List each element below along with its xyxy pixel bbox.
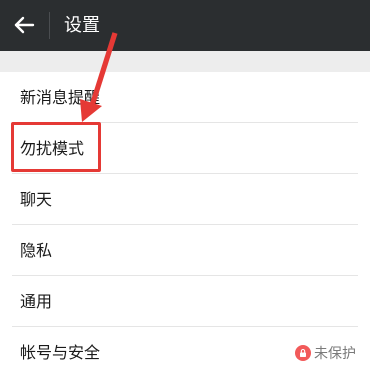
settings-item-label: 隐私 <box>20 241 53 260</box>
settings-item-account-security[interactable]: 帐号与安全 未保护 <box>0 327 370 378</box>
lock-icon <box>295 344 311 361</box>
settings-item-chat[interactable]: 聊天 <box>0 174 370 225</box>
settings-item-privacy[interactable]: 隐私 <box>0 225 370 276</box>
settings-item-general[interactable]: 通用 <box>0 276 370 327</box>
settings-item-label: 新消息提醒 <box>20 88 101 107</box>
highlight-box <box>11 122 101 172</box>
back-button[interactable] <box>8 9 40 41</box>
settings-item-label: 聊天 <box>20 190 53 209</box>
status-text: 未保护 <box>314 345 356 362</box>
page-title: 设置 <box>64 15 100 36</box>
arrow-left-icon <box>14 16 35 34</box>
settings-item-label: 通用 <box>20 292 53 311</box>
settings-item-new-message-notification[interactable]: 新消息提醒 <box>0 72 370 123</box>
title-bar: 设置 <box>0 0 370 51</box>
account-status: 未保护 <box>295 327 356 378</box>
settings-list: 新消息提醒 勿扰模式 聊天 隐私 通用 帐号与安全 未保护 <box>0 72 370 385</box>
title-divider <box>49 12 50 39</box>
settings-item-label: 帐号与安全 <box>20 343 101 362</box>
